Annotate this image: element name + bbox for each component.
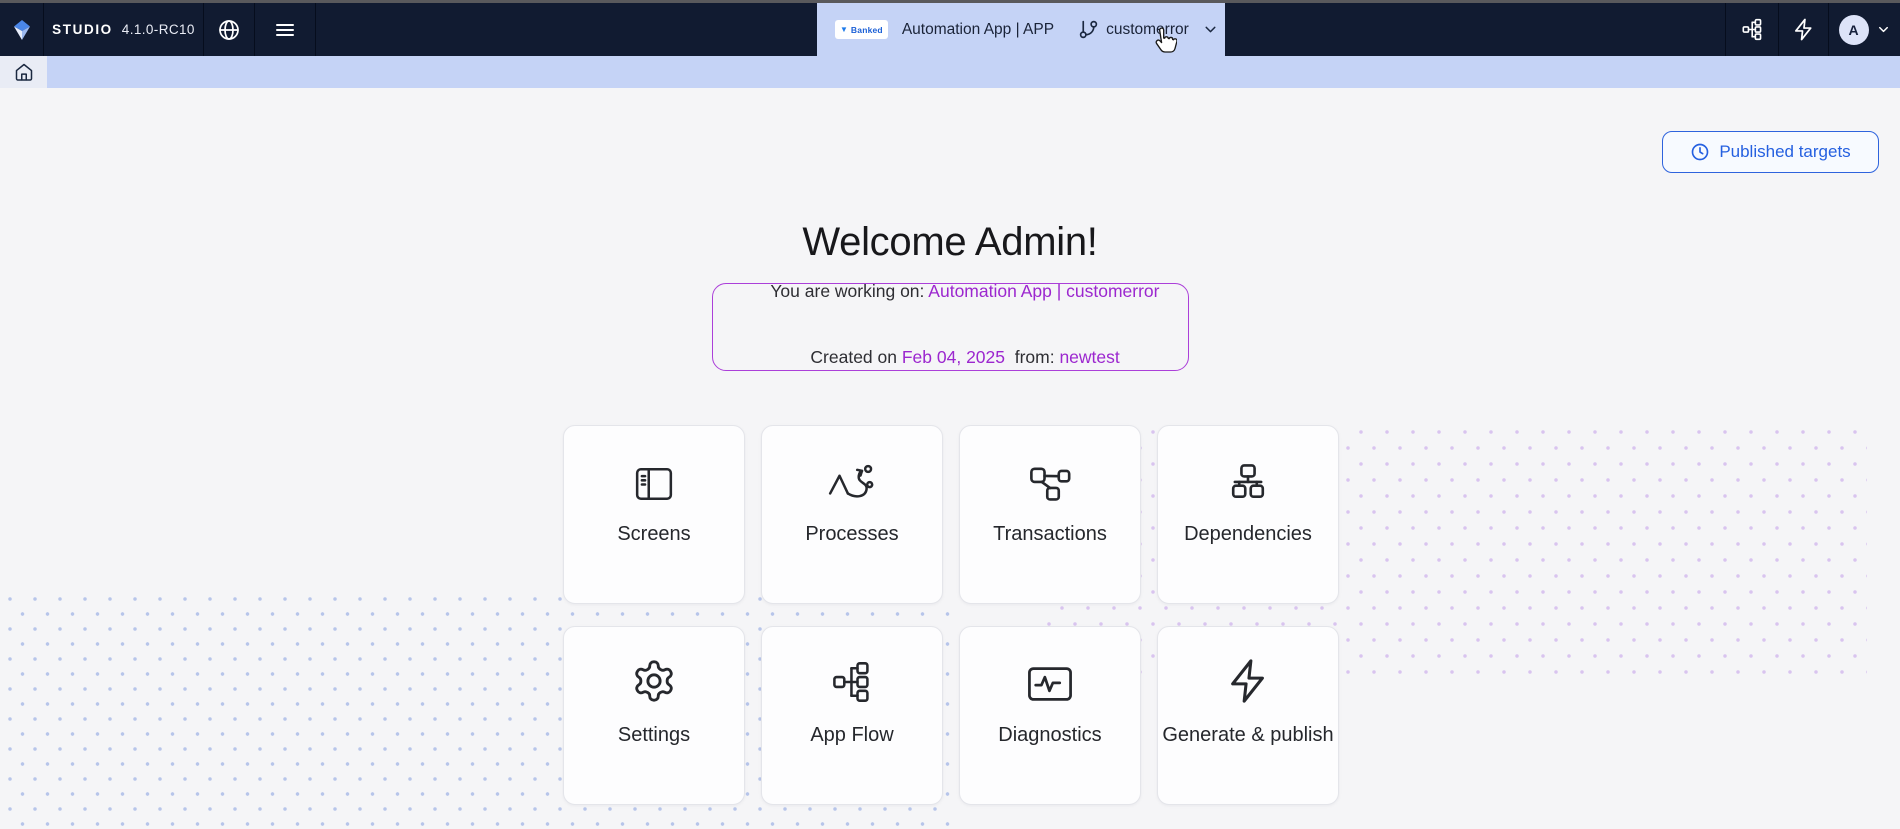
- working-on-panel: You are working on: Automation App | cus…: [712, 281, 1189, 371]
- settings-icon: [635, 660, 673, 702]
- processes-icon: [828, 464, 874, 498]
- user-menu[interactable]: A: [1828, 3, 1900, 56]
- created-prefix: Created on: [810, 346, 902, 367]
- chevron-down-icon: [1878, 26, 1888, 33]
- feature-card-grid: Screens Processes Transactions Dependenc…: [563, 425, 1339, 805]
- topbar-right-actions: A: [1725, 3, 1900, 56]
- home-button[interactable]: [0, 56, 47, 88]
- working-on-prefix: You are working on:: [770, 280, 929, 301]
- dependencies-icon: [1231, 464, 1265, 499]
- created-line: Created on Feb 04, 2025 from: newtest: [781, 326, 1119, 389]
- globe-icon: [219, 19, 239, 40]
- card-label: App Flow: [810, 724, 894, 746]
- card-label: Screens: [617, 523, 691, 545]
- card-label: Diagnostics: [998, 724, 1102, 746]
- globe-button[interactable]: [204, 3, 255, 56]
- card-settings[interactable]: Settings: [563, 626, 745, 805]
- card-label: Transactions: [993, 523, 1107, 545]
- app-flow-icon: [833, 662, 869, 702]
- app-name-label: Automation App | APP: [901, 20, 1055, 38]
- branch-selector[interactable]: customerror: [1078, 19, 1219, 40]
- clock-icon: [1691, 143, 1709, 161]
- diagnostics-icon: [1028, 667, 1072, 701]
- transactions-icon: [1030, 467, 1071, 501]
- home-icon: [15, 63, 32, 81]
- card-label: Generate & publish: [1162, 724, 1334, 746]
- quick-publish-button[interactable]: [1778, 3, 1828, 56]
- studio-logo[interactable]: [0, 3, 44, 56]
- card-label: Settings: [617, 724, 691, 746]
- card-transactions[interactable]: Transactions: [959, 425, 1141, 604]
- card-processes[interactable]: Processes: [761, 425, 943, 604]
- card-label: Dependencies: [1184, 523, 1312, 545]
- git-branch-icon: [1079, 20, 1098, 39]
- published-targets-label: Published targets: [1719, 142, 1851, 161]
- active-app-tab[interactable]: ▼ Banked Automation App | APP customerro…: [817, 3, 1225, 56]
- product-version: 4.1.0-RC10: [121, 22, 195, 37]
- badge-logo-icon: ▼: [840, 24, 848, 34]
- sitemap-icon: [1741, 18, 1761, 41]
- card-generate-publish[interactable]: Generate & publish: [1157, 626, 1339, 805]
- card-app-flow[interactable]: App Flow: [761, 626, 943, 805]
- app-flow-nav-button[interactable]: [1725, 3, 1778, 56]
- main-menu-button[interactable]: [255, 3, 316, 56]
- generate-publish-icon: [1231, 659, 1264, 703]
- published-targets-button[interactable]: Published targets: [1662, 131, 1879, 173]
- diamond-logo-icon: [13, 19, 30, 40]
- badge-label: Banked: [850, 24, 883, 35]
- created-date[interactable]: Feb 04, 2025: [902, 347, 1005, 367]
- card-dependencies[interactable]: Dependencies: [1157, 425, 1339, 604]
- avatar[interactable]: A: [1838, 14, 1869, 45]
- working-on-line: You are working on: Automation App | cus…: [742, 260, 1159, 323]
- from-label: from:: [1005, 346, 1060, 367]
- welcome-heading: Welcome Admin!: [802, 220, 1098, 264]
- branch-name-label: customerror: [1106, 20, 1189, 38]
- breadcrumb-bar: [0, 56, 1900, 88]
- app-type-badge: ▼ Banked: [835, 20, 888, 39]
- card-screens[interactable]: Screens: [563, 425, 745, 604]
- hamburger-icon: [276, 23, 294, 36]
- brand-block: STUDIO 4.1.0-RC10: [44, 3, 204, 56]
- home-content: Published targets Welcome Admin! You are…: [0, 88, 1900, 829]
- card-label: Processes: [805, 523, 899, 545]
- lightning-icon: [1794, 18, 1812, 41]
- product-name: STUDIO: [52, 22, 113, 37]
- screens-icon: [635, 468, 673, 500]
- top-navigation-bar: STUDIO 4.1.0-RC10 ▼ Banked Automation Ap…: [0, 3, 1900, 56]
- working-on-value[interactable]: Automation App | customerror: [928, 281, 1159, 301]
- chevron-down-icon[interactable]: [1202, 21, 1219, 38]
- card-diagnostics[interactable]: Diagnostics: [959, 626, 1141, 805]
- from-value[interactable]: newtest: [1059, 347, 1119, 367]
